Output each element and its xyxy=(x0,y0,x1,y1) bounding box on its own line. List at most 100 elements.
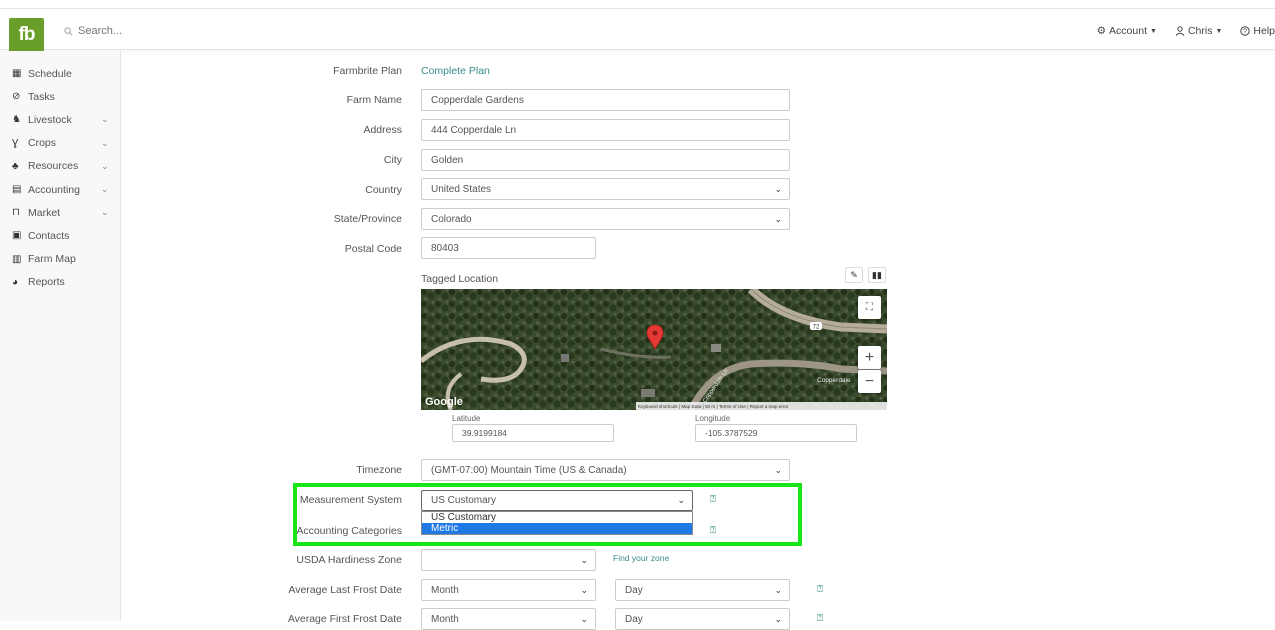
city-label: City xyxy=(383,154,402,166)
sidebar-item-label: Contacts xyxy=(28,229,70,242)
map-icon: ▮▮ xyxy=(872,269,882,280)
farmbrite-logo[interactable]: fb xyxy=(9,18,44,53)
sidebar-item-label: Resources xyxy=(28,160,79,173)
account-label: Account xyxy=(1109,25,1147,37)
people-icon: ♣ xyxy=(12,160,19,172)
plus-icon: + xyxy=(864,348,875,366)
road-label: Copperdale xyxy=(817,377,851,384)
draw-tool-button[interactable]: ✎ xyxy=(845,267,863,283)
map-view-button[interactable]: ▮▮ xyxy=(868,267,886,283)
check-circle-icon: ⊘ xyxy=(12,91,21,103)
sidebar-item-label: Crops xyxy=(28,137,57,150)
month-placeholder: Month xyxy=(431,584,459,596)
state-value: Colorado xyxy=(431,213,472,225)
plan-label: Farmbrite Plan xyxy=(333,65,402,77)
timezone-value: (GMT-07:00) Mountain Time (US & Canada) xyxy=(431,464,627,476)
timezone-label: Timezone xyxy=(356,464,402,476)
find-zone-link[interactable]: Find your zone xyxy=(613,553,669,563)
postal-code-label: Postal Code xyxy=(344,243,402,255)
first-frost-label: Average First Frost Date xyxy=(287,613,402,625)
user-menu[interactable]: Chris ▼ xyxy=(1175,25,1222,37)
sidebar-item-schedule[interactable]: ▦ Schedule xyxy=(0,62,120,85)
latitude-label: Latitude xyxy=(452,414,481,423)
chevron-down-icon: ⌄ xyxy=(580,555,588,565)
zoom-out-button[interactable]: − xyxy=(858,370,881,393)
sidebar-item-contacts[interactable]: ▣ Contacts xyxy=(0,224,120,247)
latitude-value: 39.9199184 xyxy=(462,428,507,438)
address-book-icon: ▣ xyxy=(12,230,22,242)
city-input[interactable]: Golden xyxy=(421,149,790,171)
longitude-input[interactable]: -105.3787529 xyxy=(695,424,857,442)
store-icon: ⊓ xyxy=(12,207,20,219)
sidebar-item-label: Market xyxy=(28,206,61,219)
farm-name-value: Copperdale Gardens xyxy=(431,94,524,106)
city-value: Golden xyxy=(431,154,464,166)
longitude-value: -105.3787529 xyxy=(705,428,758,438)
fullscreen-button[interactable]: ⛶ xyxy=(858,296,881,319)
chevron-down-icon: ⌄ xyxy=(101,184,109,195)
last-frost-day-select[interactable]: Day ⌄ xyxy=(615,579,790,601)
farm-name-label: Farm Name xyxy=(346,94,402,106)
plan-link[interactable]: Complete Plan xyxy=(421,65,490,77)
satellite-map-image: 72 Copperdale Copperdale Ln Google Keybo… xyxy=(421,289,887,410)
help-icon[interactable]: ⍰ xyxy=(817,613,823,624)
country-select[interactable]: United States ⌄ xyxy=(421,178,790,200)
day-placeholder: Day xyxy=(625,584,643,596)
sidebar-item-label: Accounting xyxy=(28,183,80,196)
search-icon xyxy=(64,26,73,35)
first-frost-day-select[interactable]: Day ⌄ xyxy=(615,608,790,630)
day-placeholder: Day xyxy=(625,613,643,625)
chevron-down-icon: ⌄ xyxy=(580,585,588,595)
timezone-select[interactable]: (GMT-07:00) Mountain Time (US & Canada) … xyxy=(421,459,790,481)
svg-text:?: ? xyxy=(1243,29,1247,36)
longitude-label: Longitude xyxy=(695,414,731,423)
pencil-icon: ✎ xyxy=(850,269,858,280)
postal-code-value: 80403 xyxy=(431,242,459,254)
sidebar-item-market[interactable]: ⊓ Market ⌄ xyxy=(0,201,120,224)
usda-zone-label: USDA Hardiness Zone xyxy=(296,554,402,566)
account-menu[interactable]: ⚙ Account ▼ xyxy=(1097,25,1157,37)
sidebar-item-crops[interactable]: Ɣ Crops ⌄ xyxy=(0,132,120,155)
chevron-down-icon: ⌄ xyxy=(101,114,109,125)
calendar-icon: ▦ xyxy=(12,68,22,80)
latitude-input[interactable]: 39.9199184 xyxy=(452,424,614,442)
country-label: Country xyxy=(365,184,402,196)
last-frost-month-select[interactable]: Month ⌄ xyxy=(421,579,596,601)
caret-down-icon: ▼ xyxy=(1215,27,1223,35)
sidebar-item-farm-map[interactable]: ▥ Farm Map xyxy=(0,248,120,271)
minus-icon: − xyxy=(864,372,875,390)
usda-zone-select[interactable]: ⌄ xyxy=(421,549,596,571)
sidebar-item-accounting[interactable]: ▤ Accounting ⌄ xyxy=(0,178,120,201)
location-map[interactable]: 72 Copperdale Copperdale Ln Google Keybo… xyxy=(421,289,887,410)
gear-icon: ⚙ xyxy=(1096,25,1107,37)
first-frost-month-select[interactable]: Month ⌄ xyxy=(421,608,596,630)
help-menu[interactable]: ? Help xyxy=(1240,25,1275,37)
address-value: 444 Copperdale Ln xyxy=(431,124,517,136)
last-frost-label: Average Last Frost Date xyxy=(288,584,402,596)
user-icon xyxy=(1175,26,1185,36)
postal-code-input[interactable]: 80403 xyxy=(421,237,596,259)
month-placeholder: Month xyxy=(431,613,459,625)
sidebar-item-tasks[interactable]: ⊘ Tasks xyxy=(0,85,120,108)
fullscreen-icon: ⛶ xyxy=(866,302,873,313)
state-label: State/Province xyxy=(333,213,402,225)
farm-name-input[interactable]: Copperdale Gardens xyxy=(421,89,790,111)
zoom-in-button[interactable]: + xyxy=(858,346,881,369)
address-label: Address xyxy=(363,124,402,136)
horse-icon: ♞ xyxy=(12,114,21,126)
sidebar-item-reports[interactable]: ◕ Reports xyxy=(0,271,120,294)
sidebar-item-label: Livestock xyxy=(28,113,72,126)
help-icon[interactable]: ⍰ xyxy=(817,584,823,595)
help-label: Help xyxy=(1253,25,1275,37)
top-bar: fb ⚙ Account ▼ Chris ▼ ? Help xyxy=(0,8,1275,53)
sidebar-item-livestock[interactable]: ♞ Livestock ⌄ xyxy=(0,108,120,131)
search-input[interactable] xyxy=(78,25,198,37)
question-circle-icon: ? xyxy=(1240,26,1251,36)
chevron-down-icon: ⌄ xyxy=(101,137,109,148)
map-footer-text: Keyboard shortcuts | Map Data | 50 m | T… xyxy=(638,404,789,409)
address-input[interactable]: 444 Copperdale Ln xyxy=(421,119,790,141)
search-box[interactable] xyxy=(64,23,198,39)
sidebar-item-resources[interactable]: ♣ Resources ⌄ xyxy=(0,155,120,178)
chevron-down-icon: ⌄ xyxy=(774,214,782,224)
state-select[interactable]: Colorado ⌄ xyxy=(421,208,790,230)
